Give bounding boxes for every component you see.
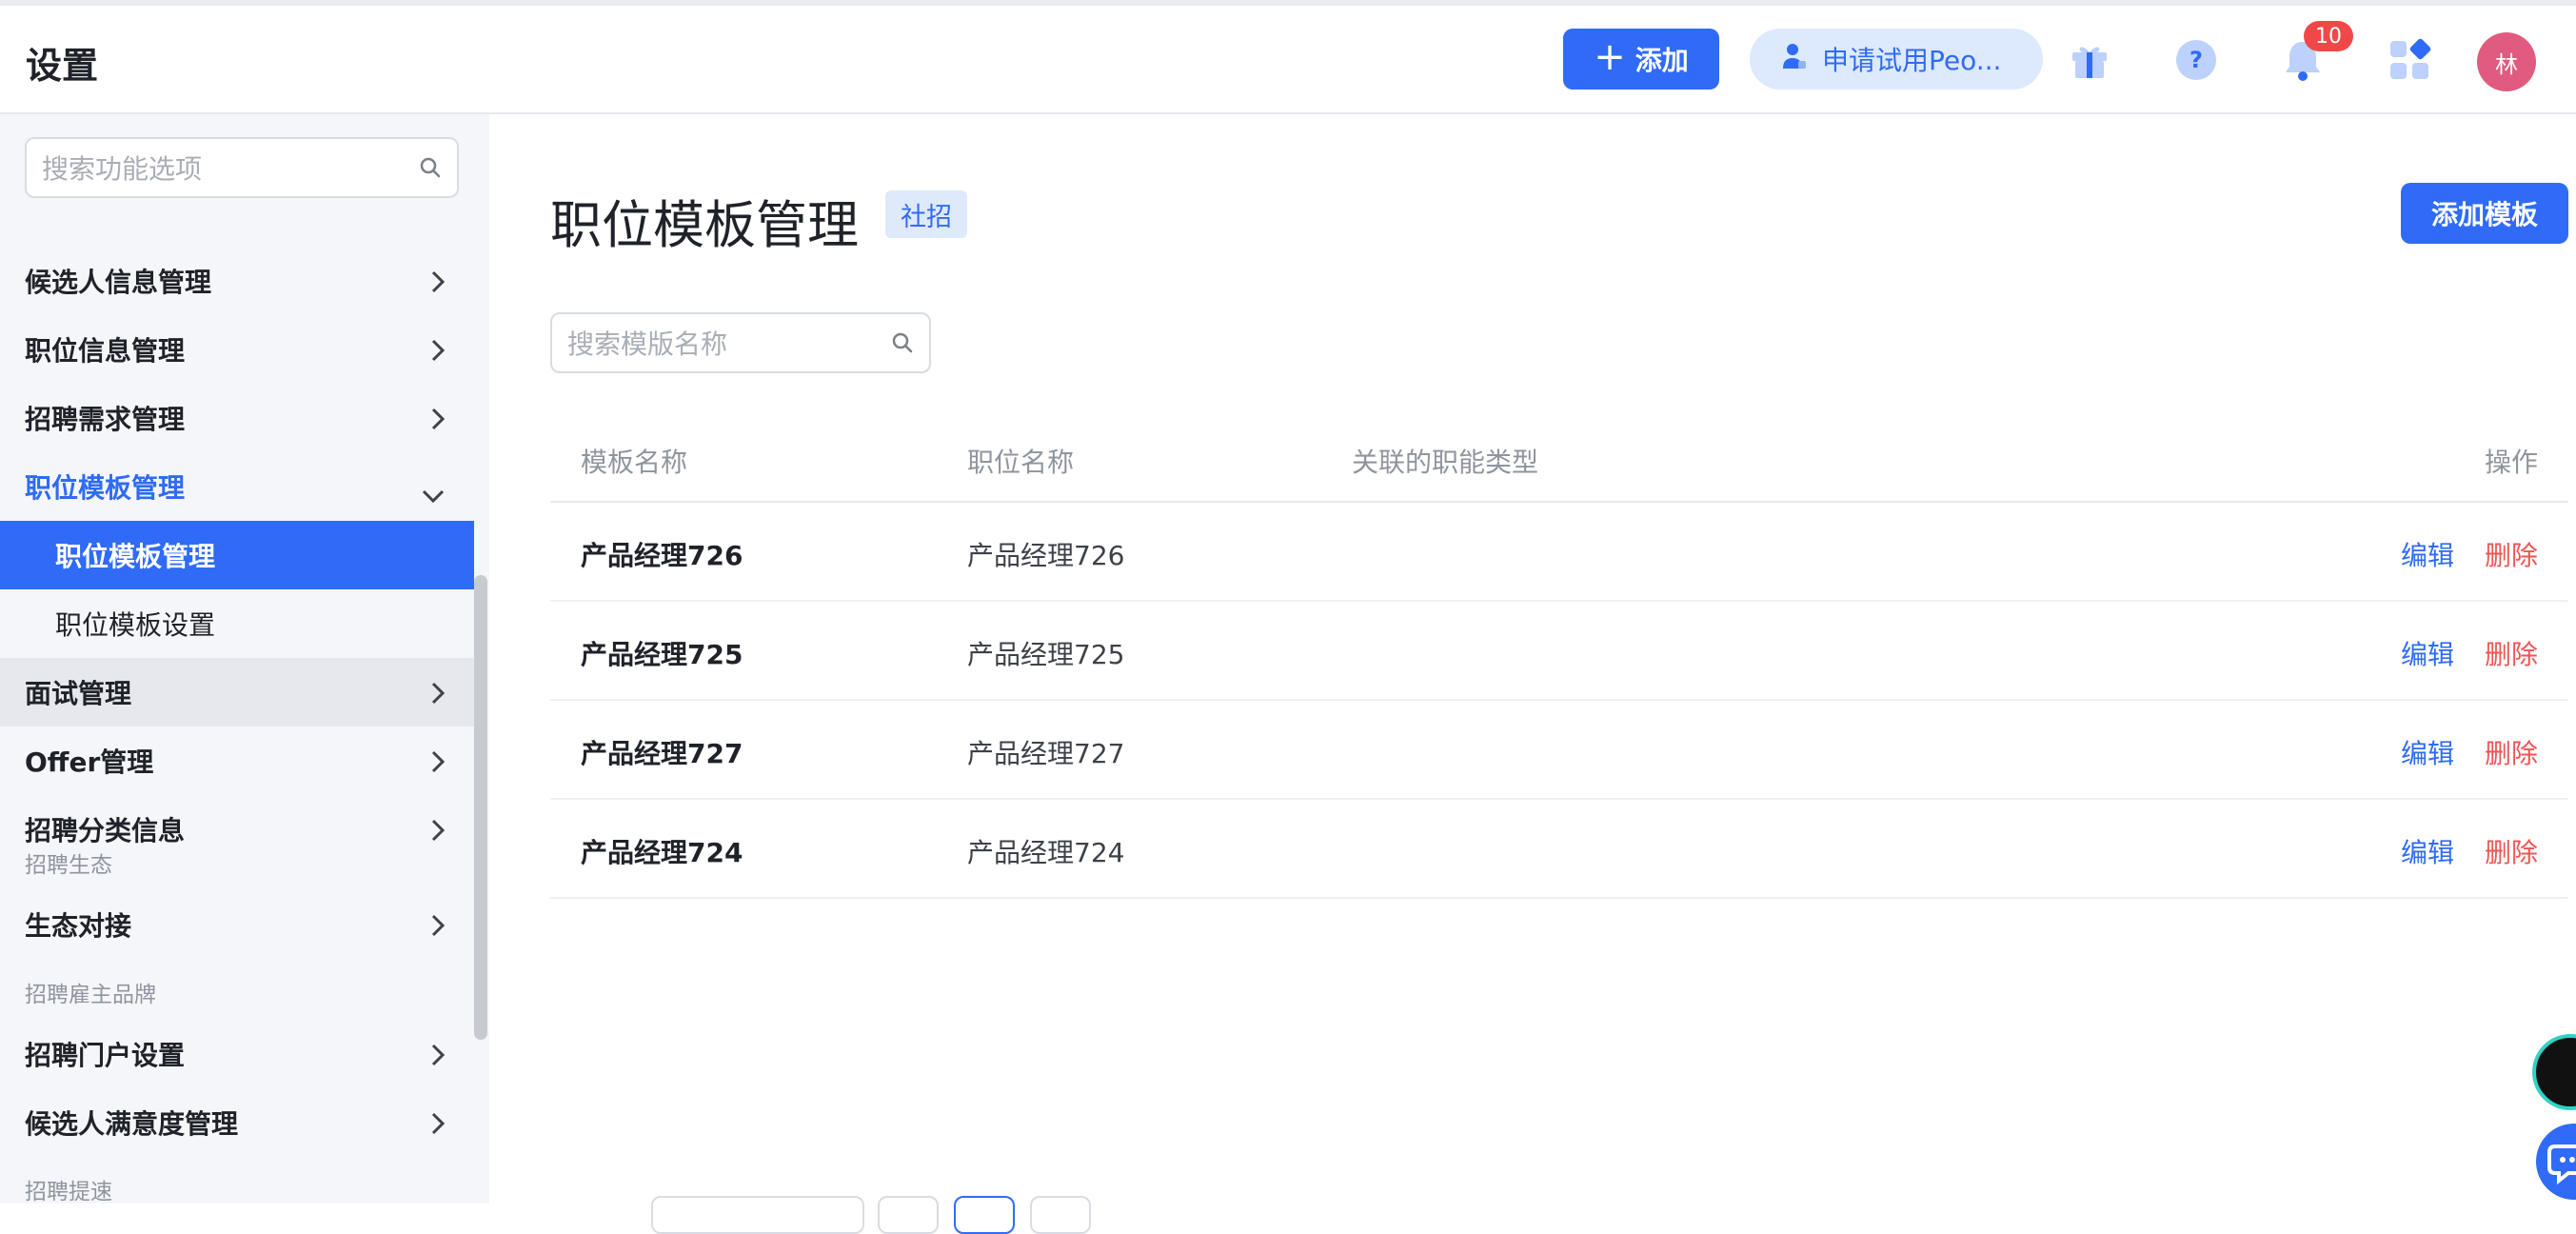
chevron-right-icon [430,407,446,438]
table-row: 产品经理726 产品经理726 编辑 删除 [550,503,2568,602]
sidebar-item-label: 候选人满意度管理 [25,1108,239,1140]
sidebar-group-eco: 招聘生态 [25,853,112,878]
edit-link[interactable]: 编辑 [2401,535,2454,573]
chevron-right-icon [430,1111,446,1143]
chat-icon [2547,1144,2576,1185]
chat-float-button[interactable] [2536,1124,2576,1200]
chevron-right-icon [430,269,446,301]
column-header-position: 职位名称 [967,447,1075,478]
sidebar-item-label: 招聘门户设置 [25,1040,186,1071]
sidebar-scrollbar[interactable] [474,575,487,1040]
trial-request-label: 申请试用Peo... [1822,45,2002,76]
app-title: 设置 [26,45,99,87]
sidebar-item-label: 候选人信息管理 [25,267,212,298]
sidebar-item-candidate-info[interactable]: 候选人信息管理 [0,247,474,315]
add-template-button[interactable]: 添加模板 [2401,183,2568,244]
delete-link[interactable]: 删除 [2485,634,2538,672]
sidebar-subitem-label: 职位模板设置 [55,609,216,641]
search-icon[interactable] [891,331,914,358]
plus-icon: + [1594,35,1626,79]
delete-link[interactable]: 删除 [2485,733,2538,771]
sidebar-item-interview[interactable]: 面试管理 [0,658,474,726]
sidebar-item-position-template[interactable]: 职位模板管理 [0,452,474,521]
help-icon[interactable]: ? [2170,34,2222,86]
chevron-right-icon [430,749,446,781]
template-name-cell: 产品经理725 [581,639,743,670]
sidebar-subitem-label: 职位模板管理 [55,541,216,572]
template-name-cell: 产品经理727 [581,738,743,769]
add-button-label: 添加 [1635,45,1689,76]
delete-link[interactable]: 删除 [2485,535,2538,573]
column-header-function-type: 关联的职能类型 [1352,447,1539,478]
page-title: 职位模板管理 [550,195,859,255]
sidebar-subitem-template-settings[interactable]: 职位模板设置 [0,589,474,658]
template-search [550,312,931,373]
user-icon [1782,42,1807,77]
add-button[interactable]: + 添加 [1563,29,1719,90]
table-row: 产品经理724 产品经理724 编辑 删除 [550,800,2568,899]
next-page-button[interactable] [1030,1196,1091,1234]
edit-link[interactable]: 编辑 [2401,832,2454,870]
user-avatar[interactable]: 林 [2477,32,2536,91]
apps-icon[interactable] [2384,34,2435,86]
chevron-right-icon [430,338,446,369]
page-size-select[interactable] [651,1196,864,1234]
template-name-cell: 产品经理726 [581,540,743,571]
chevron-right-icon [430,913,446,945]
chevron-right-icon [430,1043,446,1074]
position-name-cell: 产品经理727 [967,738,1125,769]
sidebar-subitem-template-manage[interactable]: 职位模板管理 [0,521,474,589]
search-icon[interactable] [419,156,442,183]
sidebar-group-speed: 招聘提速 [25,1180,112,1204]
chevron-right-icon [430,818,446,849]
edit-link[interactable]: 编辑 [2401,634,2454,672]
trial-request-button[interactable]: 申请试用Peo... [1750,29,2043,90]
sidebar-item-eco-connect[interactable]: 生态对接 [0,890,474,959]
top-header: 设置 + 添加 申请试用Peo... ? 10 林 [0,6,2576,114]
position-name-cell: 产品经理724 [967,837,1125,868]
sidebar-search [25,137,459,198]
position-name-cell: 产品经理725 [967,639,1125,670]
sidebar-item-label: 职位信息管理 [25,335,186,367]
column-header-actions: 操作 [2485,447,2539,478]
sidebar: 候选人信息管理 职位信息管理 招聘需求管理 职位模板管理 职位模板管理 职位模板… [0,114,489,1204]
prev-page-button[interactable] [878,1196,939,1234]
table-row: 产品经理727 产品经理727 编辑 删除 [550,701,2568,800]
sidebar-item-requirement[interactable]: 招聘需求管理 [0,384,474,452]
recruit-type-tag: 社招 [885,190,967,238]
template-table: 模板名称 职位名称 关联的职能类型 操作 产品经理726 产品经理726 编辑 … [550,413,2568,899]
chevron-right-icon [430,681,446,712]
delete-link[interactable]: 删除 [2485,832,2538,870]
sidebar-item-position-info[interactable]: 职位信息管理 [0,315,474,384]
table-row: 产品经理725 产品经理725 编辑 删除 [550,602,2568,701]
sidebar-group-brand: 招聘雇主品牌 [25,983,156,1007]
sidebar-item-label: 职位模板管理 [25,472,186,504]
edit-link[interactable]: 编辑 [2401,733,2454,771]
sidebar-item-label: 生态对接 [25,910,132,942]
sidebar-item-label: 招聘分类信息 [25,815,186,846]
svg-text:?: ? [2190,47,2203,73]
table-header: 模板名称 职位名称 关联的职能类型 操作 [550,413,2568,503]
main-content: 职位模板管理 社招 添加模板 模板名称 职位名称 关联的职能类型 操作 产品经理… [489,114,2576,1234]
current-page-button[interactable] [954,1196,1015,1234]
sidebar-item-satisfaction[interactable]: 候选人满意度管理 [0,1088,474,1157]
template-name-cell: 产品经理724 [581,837,743,868]
template-search-input[interactable] [567,326,872,362]
chevron-down-icon [421,479,446,510]
sidebar-item-label: 面试管理 [25,678,132,709]
sidebar-item-portal[interactable]: 招聘门户设置 [0,1020,474,1088]
sidebar-search-input[interactable] [42,150,404,187]
position-name-cell: 产品经理726 [967,540,1125,571]
sidebar-item-label: Offer管理 [25,746,154,778]
sidebar-item-offer[interactable]: Offer管理 [0,726,474,795]
gift-icon[interactable] [2064,34,2115,86]
notification-count-badge: 10 [2304,21,2353,51]
column-header-template: 模板名称 [581,447,688,478]
sidebar-item-label: 招聘需求管理 [25,404,186,435]
